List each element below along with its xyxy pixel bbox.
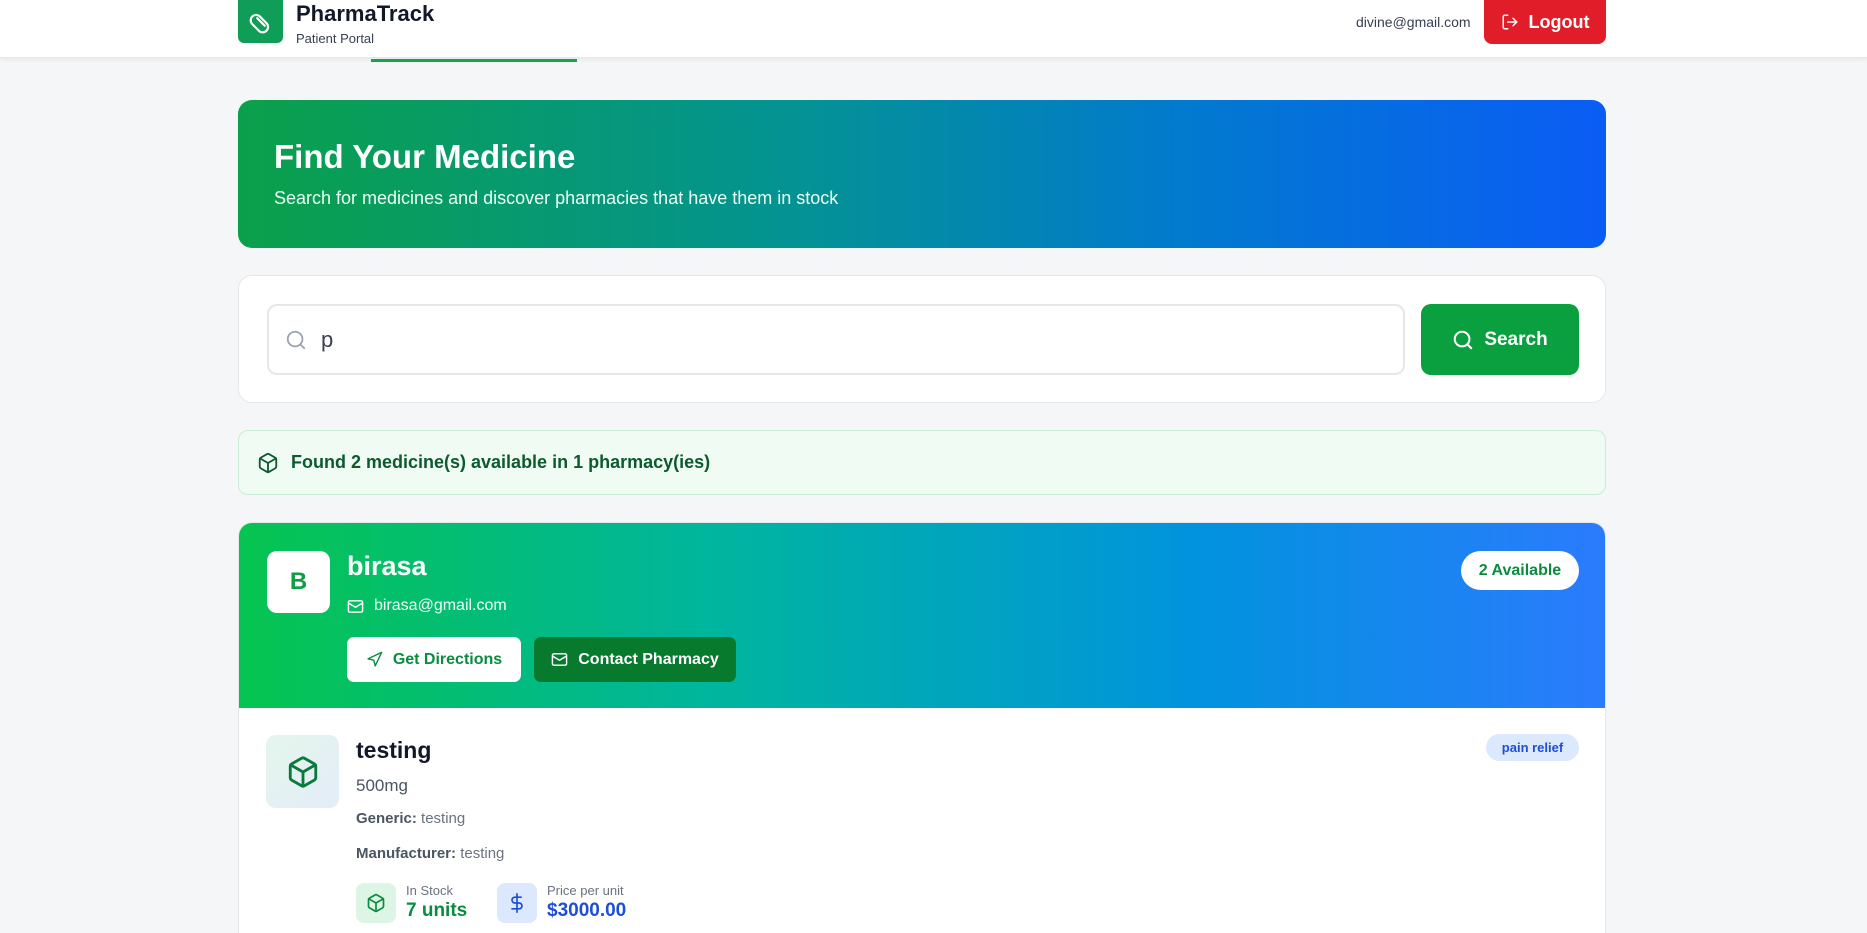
dollar-icon	[511, 893, 523, 913]
pill-icon	[249, 13, 269, 33]
pharmacy-card: B birasa birasa@gmail.com Get Directions…	[238, 522, 1606, 933]
contact-pharmacy-button[interactable]: Contact Pharmacy	[534, 637, 736, 682]
navigation-icon	[367, 651, 383, 667]
medicine-manufacturer: Manufacturer: testing	[356, 845, 504, 862]
search-icon	[1454, 330, 1473, 349]
hero-title: Find Your Medicine	[274, 138, 576, 175]
mail-icon	[347, 599, 364, 613]
available-count-badge: 2 Available	[1461, 551, 1579, 590]
logout-button[interactable]: Logout	[1484, 0, 1606, 44]
logout-icon	[1502, 14, 1517, 30]
category-badge: pain relief	[1486, 734, 1579, 761]
stock-label: In Stock	[406, 883, 453, 898]
contact-pharmacy-label: Contact Pharmacy	[578, 650, 719, 668]
get-directions-label: Get Directions	[392, 650, 503, 668]
generic-value: testing	[421, 810, 466, 827]
medicine-icon-box	[266, 735, 339, 808]
logo[interactable]	[238, 0, 283, 43]
manufacturer-label: Manufacturer:	[356, 845, 457, 862]
stock-value: 7 units	[406, 900, 468, 921]
pharmacy-avatar: B	[267, 551, 330, 613]
search-card: Search	[238, 275, 1606, 403]
search-field[interactable]	[267, 304, 1405, 375]
results-summary-text: Found 2 medicine(s) available in 1 pharm…	[291, 452, 711, 472]
manufacturer-value: testing	[460, 845, 505, 862]
pharmacy-header: B birasa birasa@gmail.com Get Directions…	[239, 523, 1605, 708]
results-summary: Found 2 medicine(s) available in 1 pharm…	[238, 430, 1606, 495]
get-directions-button[interactable]: Get Directions	[347, 637, 521, 682]
user-email: divine@gmail.com	[1356, 14, 1471, 30]
search-button[interactable]: Search	[1421, 304, 1579, 375]
pharmacy-email: birasa@gmail.com	[347, 597, 507, 615]
hero-banner: Find Your Medicine Search for medicines …	[238, 100, 1606, 248]
package-icon	[367, 893, 385, 913]
pharmacy-email-text: birasa@gmail.com	[374, 597, 507, 614]
search-input[interactable]	[321, 320, 1391, 360]
generic-label: Generic:	[356, 810, 417, 827]
price-icon-box	[497, 883, 537, 923]
medicine-strength: 500mg	[356, 776, 408, 795]
medicine-name: testing	[356, 737, 432, 763]
brand-subtitle: Patient Portal	[296, 31, 375, 46]
mail-icon	[551, 653, 568, 666]
active-tab-indicator	[371, 59, 577, 62]
price-label: Price per unit	[547, 883, 624, 898]
pharmacy-name: birasa	[347, 551, 427, 581]
stock-stat: In Stock 7 units	[356, 883, 467, 923]
price-value: $3000.00	[547, 900, 627, 921]
package-icon	[288, 755, 317, 788]
stock-icon-box	[356, 883, 396, 923]
logout-label: Logout	[1528, 11, 1590, 32]
medicine-generic: Generic: testing	[356, 810, 465, 827]
price-stat: Price per unit $3000.00	[497, 883, 626, 923]
package-icon	[258, 452, 278, 473]
top-navbar: PharmaTrack Patient Portal divine@gmail.…	[0, 0, 1867, 58]
search-icon	[286, 330, 306, 350]
search-button-label: Search	[1484, 328, 1548, 350]
hero-subtitle: Search for medicines and discover pharma…	[274, 188, 839, 208]
brand-name: PharmaTrack	[296, 1, 435, 26]
